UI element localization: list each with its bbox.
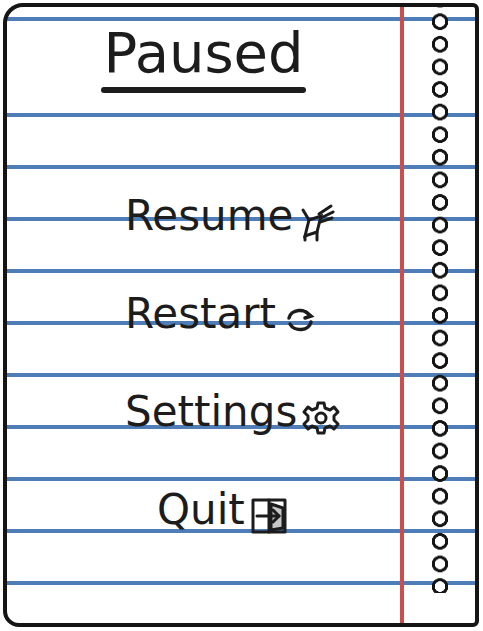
pause-menu-paper: Paused Resume Restart Settings Quit [3,3,479,627]
title-underline [101,87,306,93]
spiral-holes [400,7,475,623]
menu-item-label: Settings [125,389,297,435]
menu-item[interactable]: Quit [7,461,400,559]
pause-menu: Paused Resume Restart Settings Quit [7,7,400,623]
menu-item-label: Restart [125,291,276,337]
restart-icon [280,294,320,334]
menu-item[interactable]: Restart [7,265,400,363]
title-area: Paused [7,7,400,167]
menu-item[interactable]: Settings [7,363,400,461]
title: Paused [103,21,303,85]
menu-item-label: Resume [125,193,293,239]
menu-item-label: Quit [157,487,245,533]
menu-item[interactable]: Resume [7,167,400,265]
menu-list: Resume Restart Settings Quit [7,167,400,559]
pencil-icon [297,196,337,236]
gear-icon [301,392,341,432]
exit-door-icon [249,490,289,530]
